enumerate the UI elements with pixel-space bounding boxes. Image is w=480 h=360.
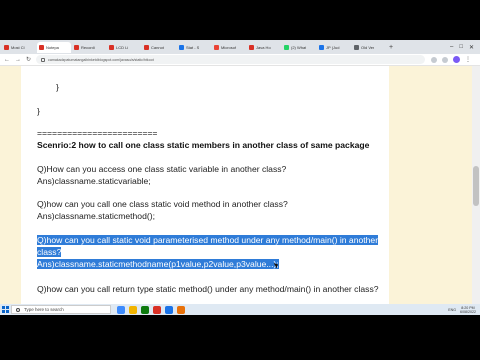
tab-label: JP (Jud — [326, 44, 340, 50]
taskbar-search-placeholder: Type here to search — [24, 307, 64, 312]
new-tab-button[interactable]: + — [389, 44, 393, 51]
tab-label: Notepa — [46, 44, 59, 50]
question-3-line-1: Q)how can you call static void parameter… — [37, 235, 379, 245]
clock-date: 6/08/2022 — [460, 309, 476, 314]
answer-3: Ans)classname.staticmethodname(p1value,p… — [37, 259, 279, 269]
minimize-icon[interactable]: – — [450, 44, 453, 51]
browser-tab[interactable]: Old Ver — [352, 42, 386, 53]
tab-label: (2) What — [291, 44, 307, 50]
taskbar-search-box[interactable]: Type here to search — [11, 305, 111, 314]
page-right-margin — [389, 66, 472, 304]
tab-label: Recordi — [81, 44, 95, 50]
tab-label: Cannot — [151, 44, 164, 50]
tab-favicon-icon — [39, 44, 44, 50]
screen: Most Cl Notepa Recordi LCD Li Cannot Stat - S… — [0, 40, 480, 315]
browser-tab[interactable]: (2) What — [282, 42, 316, 53]
system-tray: ENG 8:20 PM 6/08/2022 — [448, 306, 480, 314]
tab-favicon-icon — [354, 44, 359, 50]
tab-favicon-icon — [74, 44, 79, 50]
tab-label: Old Ver — [361, 44, 375, 50]
divider-line: ======================== — [37, 128, 158, 138]
question-2: Q)how can you call one class static void… — [37, 199, 288, 209]
browser-tab[interactable]: Most Cl — [2, 42, 36, 53]
tab-favicon-icon — [214, 44, 219, 50]
forward-icon[interactable]: → — [15, 57, 21, 63]
tab-label: Microsof — [221, 44, 237, 50]
search-icon — [16, 307, 20, 312]
tab-favicon-icon — [249, 44, 254, 50]
language-indicator[interactable]: ENG — [448, 308, 456, 312]
selected-text: Q)how can you call static void parameter… — [37, 235, 379, 245]
windows-start-icon[interactable] — [0, 304, 11, 315]
tab-favicon-icon — [144, 44, 149, 50]
page-left-margin — [0, 66, 21, 304]
answer-1: Ans)classname.staticvariable; — [37, 176, 151, 186]
question-1: Q)How can you access one class static va… — [37, 164, 287, 174]
tab-favicon-icon — [179, 44, 184, 50]
browser-tab[interactable]: Recordi — [72, 42, 106, 53]
scenario-heading: Scenrio:2 how to call one class static m… — [37, 140, 370, 150]
taskbar-app-icon[interactable] — [177, 305, 185, 314]
letterbox-bottom — [0, 315, 480, 360]
browser-tab[interactable]: Stat - S — [177, 42, 211, 53]
tab-label: Java Ho — [256, 44, 271, 50]
letterbox-top — [0, 0, 480, 40]
tab-label: Most Cl — [11, 44, 25, 50]
windows-taskbar: Type here to search ENG 8:20 PM 6/08/202… — [0, 304, 480, 315]
browser-toolbar: ← → ↻ camakadzpatumatangalbinketdblogspo… — [0, 54, 480, 66]
url-text: camakadzpatumatangalbinketdblogspot.com/… — [48, 57, 154, 62]
question-4: Q)how can you call return type static me… — [37, 284, 379, 294]
taskbar-app-icon[interactable] — [165, 305, 173, 314]
profile-avatar[interactable] — [453, 56, 460, 63]
browser-tab[interactable]: Microsof — [212, 42, 246, 53]
address-bar[interactable]: camakadzpatumatangalbinketdblogspot.com/… — [36, 55, 425, 64]
taskbar-app-icon[interactable] — [141, 305, 149, 314]
tab-favicon-icon — [109, 44, 114, 50]
window-controls: – □ ✕ — [450, 44, 480, 51]
browser-tab[interactable]: LCD Li — [107, 42, 141, 53]
selected-text: Ans)classname.staticmethodname(p1value,p… — [37, 259, 279, 269]
scrollbar-thumb[interactable] — [473, 166, 479, 206]
browser-tab[interactable]: Notepa — [37, 41, 71, 53]
tab-favicon-icon — [319, 44, 324, 50]
taskbar-app-icon[interactable] — [129, 305, 137, 314]
tab-favicon-icon — [4, 44, 9, 50]
close-icon[interactable]: ✕ — [469, 44, 474, 51]
question-3-line-2: class? — [37, 247, 62, 257]
tab-label: LCD Li — [116, 44, 129, 50]
toolbar-actions: ⋮ — [431, 56, 476, 63]
clock[interactable]: 8:20 PM 6/08/2022 — [460, 306, 476, 314]
browser-tab[interactable]: JP (Jud — [317, 42, 351, 53]
reload-icon[interactable]: ↻ — [26, 56, 31, 63]
taskbar-pinned-apps — [117, 305, 185, 314]
back-icon[interactable]: ← — [4, 57, 10, 63]
answer-2: Ans)classname.staticmethod(); — [37, 211, 155, 221]
closing-brace-inner: } — [56, 82, 59, 92]
web-page: } } ======================== Scenrio:2 h… — [0, 66, 480, 304]
menu-icon[interactable]: ⋮ — [465, 56, 471, 63]
browser-tab-strip: Most Cl Notepa Recordi LCD Li Cannot Stat - S… — [0, 40, 480, 54]
browser-tab[interactable]: Cannot — [142, 42, 176, 53]
taskbar-app-icon[interactable] — [117, 305, 125, 314]
tab-label: Stat - S — [186, 44, 200, 50]
tab-favicon-icon — [284, 44, 289, 50]
browser-tab[interactable]: Java Ho — [247, 42, 281, 53]
taskbar-app-icon[interactable] — [153, 305, 161, 314]
selected-text: class? — [37, 247, 62, 257]
bookmark-icon[interactable] — [442, 56, 448, 63]
scrollbar[interactable] — [472, 66, 480, 304]
closing-brace-outer: } — [37, 106, 40, 116]
lock-icon — [41, 57, 46, 62]
maximize-icon[interactable]: □ — [459, 44, 463, 51]
extension-icon[interactable] — [431, 56, 437, 63]
